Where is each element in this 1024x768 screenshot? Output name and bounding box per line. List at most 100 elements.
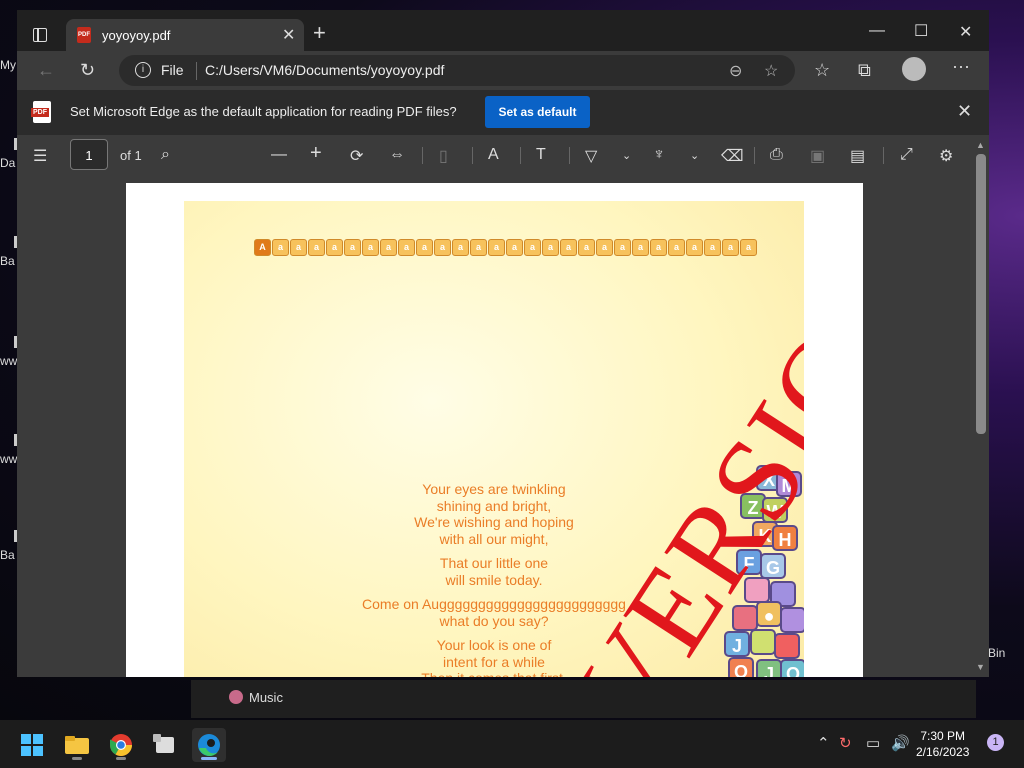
collections-icon[interactable]: ⧉ [858, 60, 871, 81]
alphabet-block: a [416, 239, 433, 256]
app-icon [153, 734, 174, 753]
letter-block: J [756, 659, 782, 677]
print-icon[interactable]: ⎙ [770, 146, 783, 164]
favorites-icon[interactable]: ☆ [814, 60, 830, 81]
back-arrow-icon[interactable]: ← [37, 60, 55, 81]
fit-page-icon[interactable]: ⇔ [389, 146, 405, 164]
erase-icon[interactable]: ⌫ [721, 146, 744, 166]
scroll-down-icon[interactable]: ▼ [976, 662, 985, 672]
letter-block: O [728, 657, 754, 677]
pdf-icon: PDF [31, 101, 51, 123]
find-icon[interactable]: ⌕ [161, 146, 170, 164]
alphabet-block: a [434, 239, 451, 256]
sync-icon[interactable]: ↻ [839, 734, 852, 752]
desktop-icon-label: ww [0, 354, 18, 368]
tab-close-icon[interactable]: ✕ [282, 25, 295, 45]
default-app-infobar: PDF Set Microsoft Edge as the default ap… [17, 90, 989, 136]
alphabet-block: a [614, 239, 631, 256]
highlight-options-chevron-icon[interactable]: ⌄ [690, 149, 699, 162]
more-options-icon[interactable]: ··· [952, 56, 970, 77]
alphabet-block: a [704, 239, 721, 256]
refresh-icon[interactable]: ↻ [80, 60, 95, 81]
clock[interactable]: 7:30 PM 2/16/2023 [916, 728, 969, 760]
browser-window: PDF yoyoyoy.pdf ✕ + — ☐ ✕ ← ↻ i File C:/… [17, 10, 989, 677]
desktop-icon-label: ww [0, 452, 18, 466]
app-button[interactable] [148, 728, 182, 762]
tab-actions-icon[interactable] [33, 28, 47, 42]
save-as-icon[interactable]: ▤ [850, 146, 865, 166]
letter-block: ● [756, 601, 782, 627]
start-button[interactable] [15, 728, 49, 762]
desktop-icon-label: My [0, 58, 16, 72]
alphabet-block: a [686, 239, 703, 256]
infobar-message: Set Microsoft Edge as the default applic… [70, 104, 457, 119]
alphabet-block: a [650, 239, 667, 256]
alphabet-block: a [506, 239, 523, 256]
alphabet-block: a [740, 239, 757, 256]
info-icon[interactable]: i [135, 62, 151, 78]
contents-list-icon[interactable]: ☰ [33, 146, 47, 166]
fullscreen-icon[interactable]: ⤢ [900, 146, 913, 164]
desktop-icon-label: Ba [0, 254, 15, 268]
edge-button[interactable] [192, 728, 226, 762]
draw-options-chevron-icon[interactable]: ⌄ [622, 149, 631, 162]
zoom-in-icon[interactable]: + [310, 142, 322, 165]
alphabet-block: a [326, 239, 343, 256]
alphabet-block: a [452, 239, 469, 256]
page-view-icon[interactable]: ▯ [439, 146, 448, 166]
music-app-icon [229, 690, 243, 704]
zoom-out-icon[interactable]: ⊖ [729, 61, 742, 81]
chrome-button[interactable] [104, 728, 138, 762]
address-url[interactable]: C:/Users/VM6/Documents/yoyoyoy.pdf [205, 62, 444, 78]
show-hidden-icons-chevron-icon[interactable]: ⌃ [817, 734, 830, 752]
pdf-viewport[interactable]: Aaaaaaaaaaaaaaaaaaaaaaaaaaaa Your eyes a… [17, 176, 972, 677]
address-bar[interactable]: i File C:/Users/VM6/Documents/yoyoyoy.pd… [119, 55, 795, 86]
alphabet-block: a [362, 239, 379, 256]
recycle-bin-label: Bin [988, 646, 1006, 660]
letter-block: O [780, 659, 804, 677]
save-icon[interactable]: ▣ [810, 146, 825, 166]
set-as-default-button[interactable]: Set as default [485, 96, 590, 128]
add-text-icon[interactable]: T [536, 146, 546, 164]
pdf-page: Aaaaaaaaaaaaaaaaaaaaaaaaaaaa Your eyes a… [126, 183, 863, 677]
maximize-icon[interactable]: ☐ [914, 21, 928, 41]
notification-badge[interactable]: 1 [987, 734, 1004, 751]
scroll-thumb[interactable] [976, 154, 986, 434]
file-explorer-button[interactable] [60, 728, 94, 762]
alphabet-block: a [344, 239, 361, 256]
taskbar: ⌃ ↻ ▭ 🔊 7:30 PM 2/16/2023 1 [0, 720, 1024, 768]
scroll-up-icon[interactable]: ▲ [976, 140, 985, 150]
letter-block [780, 607, 804, 633]
rotate-icon[interactable]: ⟳ [350, 146, 363, 166]
settings-gear-icon[interactable]: ⚙ [939, 146, 953, 166]
zoom-out-icon[interactable]: — [271, 146, 287, 164]
alphabet-block: a [290, 239, 307, 256]
minimize-icon[interactable]: — [869, 22, 885, 40]
recycle-bin-icon[interactable]: Bin [988, 646, 1005, 660]
infobar-close-icon[interactable]: ✕ [957, 101, 972, 122]
profile-avatar-icon[interactable] [902, 57, 926, 81]
navigation-bar: ← ↻ i File C:/Users/VM6/Documents/yoyoyo… [17, 51, 989, 90]
music-item[interactable]: Music [229, 690, 283, 705]
volume-icon[interactable]: 🔊 [891, 734, 910, 752]
display-icon[interactable]: ▭ [866, 734, 880, 752]
close-window-icon[interactable]: ✕ [959, 22, 972, 42]
time: 7:30 PM [920, 729, 966, 743]
add-favorite-icon[interactable]: ☆ [764, 61, 778, 81]
alphabet-block: a [668, 239, 685, 256]
alphabet-block: a [596, 239, 613, 256]
alphabet-block: a [488, 239, 505, 256]
alphabet-block: A [254, 239, 271, 256]
page-count: of 1 [120, 148, 142, 163]
alphabet-block: a [722, 239, 739, 256]
vertical-scrollbar[interactable]: ▲ ▼ [972, 136, 989, 677]
tab-active[interactable]: PDF yoyoyoy.pdf ✕ [66, 19, 304, 51]
windows-logo-icon [21, 734, 43, 756]
page-number-input[interactable]: 1 [70, 139, 108, 170]
new-tab-icon[interactable]: + [313, 22, 326, 44]
highlight-icon[interactable]: ♆ [653, 146, 665, 164]
alphabet-block: a [542, 239, 559, 256]
alphabet-block: a [272, 239, 289, 256]
draw-icon[interactable]: ▽ [585, 146, 597, 166]
read-aloud-icon[interactable]: A [488, 146, 499, 164]
